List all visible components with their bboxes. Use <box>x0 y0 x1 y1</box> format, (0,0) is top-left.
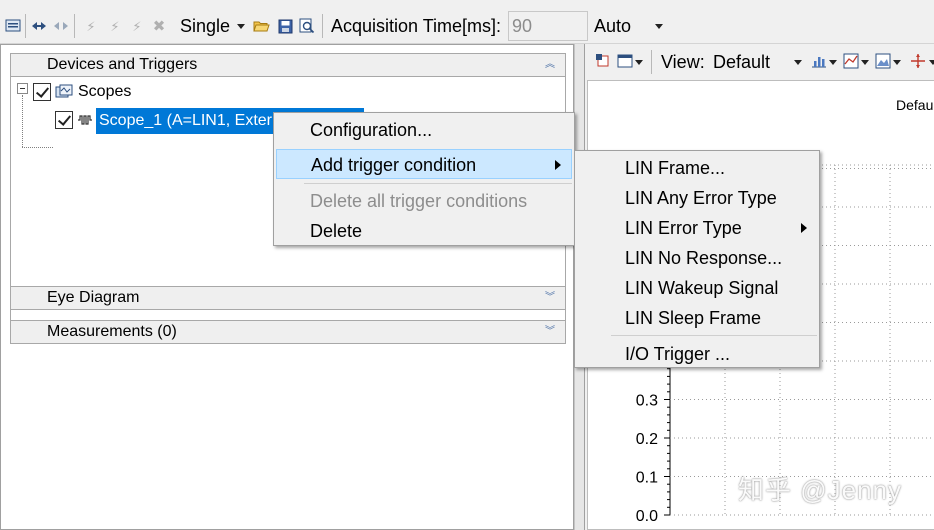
menu-item-delete-all-trigger-conditions: Delete all trigger conditions <box>276 186 572 216</box>
chevron-down-icon[interactable] <box>893 60 901 65</box>
submenu-item-lin-wakeup-signal[interactable]: LIN Wakeup Signal <box>577 273 817 303</box>
toolbar-separator <box>25 14 26 38</box>
view-select-value: Default <box>713 52 771 72</box>
clear-icon[interactable]: ✖ <box>150 17 168 35</box>
menu-item-label: Configuration... <box>310 120 433 140</box>
view-select[interactable]: Default <box>709 48 805 76</box>
eye-diagram-header[interactable]: Eye Diagram ︾ <box>10 286 566 310</box>
menu-separator <box>304 183 572 184</box>
chevron-down-icon[interactable]: ︾ <box>545 291 555 305</box>
save-icon[interactable] <box>276 17 294 35</box>
menu-item-label: Add trigger condition <box>311 155 477 175</box>
trigger-edge-icon[interactable]: ⚡ <box>128 17 146 35</box>
submenu-item-label: LIN Sleep Frame <box>625 308 762 328</box>
submenu-item-label: LIN No Response... <box>625 248 783 268</box>
y-tick-label: 0.1 <box>636 470 658 487</box>
chevron-down-icon[interactable] <box>655 24 663 29</box>
scopes-icon <box>55 84 73 100</box>
tree-collapse-toggle[interactable] <box>17 83 28 94</box>
chart-window-icon[interactable] <box>617 53 633 69</box>
submenu-item-lin-sleep-frame[interactable]: LIN Sleep Frame <box>577 303 817 333</box>
y-tick-label: 0.3 <box>636 393 658 410</box>
chevron-down-icon[interactable] <box>829 60 837 65</box>
chevron-down-icon[interactable] <box>861 60 869 65</box>
submenu-item-label: LIN Any Error Type <box>625 188 777 208</box>
scopes-label[interactable]: Scopes <box>78 82 131 102</box>
devices-triggers-title: Devices and Triggers <box>47 56 198 73</box>
scope-waveform-icon <box>77 113 93 127</box>
chevron-down-icon[interactable] <box>635 60 643 65</box>
tree-line <box>22 147 53 148</box>
trigger-rising-icon[interactable]: ⚡ <box>82 17 100 35</box>
submenu-item-lin-error-type[interactable]: LIN Error Type <box>577 213 817 243</box>
auto-select-value: Auto <box>594 16 632 36</box>
context-menu: Configuration... Add trigger condition D… <box>273 112 575 246</box>
submenu-item-label: LIN Wakeup Signal <box>625 278 779 298</box>
submenu-item-lin-no-response[interactable]: LIN No Response... <box>577 243 817 273</box>
submenu-item-label: LIN Frame... <box>625 158 726 178</box>
scope-1-label: Scope_1 (A=LIN1, Exter <box>99 112 272 129</box>
open-folder-icon[interactable] <box>252 17 270 35</box>
connect-icon[interactable] <box>30 17 48 35</box>
submenu-item-label: LIN Error Type <box>625 218 742 238</box>
y-tick-label: 0.2 <box>636 431 658 448</box>
chart-bar-icon[interactable] <box>811 53 827 69</box>
menu-separator <box>611 335 817 336</box>
disconnect-icon[interactable] <box>52 17 70 35</box>
acquisition-time-input[interactable]: 90 <box>508 11 588 41</box>
submenu-arrow-icon <box>555 160 561 170</box>
acquisition-time-label: Acquisition Time[ms]: <box>331 16 502 36</box>
menu-item-label: Delete <box>310 221 363 241</box>
trigger-falling-icon[interactable]: ⚡ <box>106 17 124 35</box>
acquisition-mode-select[interactable]: Single <box>180 16 230 36</box>
trigger-submenu: LIN Frame... LIN Any Error Type LIN Erro… <box>574 150 820 368</box>
toolbar-separator <box>74 14 75 38</box>
watermark: 知乎 @Jenny <box>738 475 902 505</box>
y-tick-label: 0.0 <box>636 508 658 525</box>
scope-config-icon[interactable] <box>4 17 22 35</box>
tree-line <box>22 95 23 147</box>
submenu-item-lin-frame[interactable]: LIN Frame... <box>577 153 817 183</box>
chart-cursor-icon[interactable] <box>910 53 926 69</box>
chevron-up-icon[interactable]: ︽ <box>545 58 555 72</box>
menu-item-label: Delete all trigger conditions <box>310 191 528 211</box>
chart-toolbar: View: Default <box>585 44 934 80</box>
main-toolbar: ⚡ ⚡ ⚡ ✖ Single Acquisition Time[ms]: 90 … <box>0 8 934 44</box>
devices-triggers-header[interactable]: Devices and Triggers ︽ <box>10 53 566 77</box>
submenu-arrow-icon <box>801 223 807 233</box>
measurements-title: Measurements (0) <box>47 323 177 340</box>
toolbar-separator <box>322 14 323 38</box>
chevron-down-icon[interactable] <box>794 60 802 65</box>
view-label: View: <box>661 52 705 72</box>
chevron-down-icon[interactable] <box>237 24 245 29</box>
chart-select-icon[interactable] <box>595 53 611 69</box>
menu-item-configuration[interactable]: Configuration... <box>276 115 572 145</box>
scope-1-checkbox[interactable] <box>55 111 73 129</box>
chart-image-icon[interactable] <box>875 53 891 69</box>
toolbar-separator <box>651 50 652 74</box>
measurements-header[interactable]: Measurements (0) ︾ <box>10 320 566 344</box>
submenu-item-label: I/O Trigger ... <box>625 344 731 364</box>
menu-item-delete[interactable]: Delete <box>276 216 572 246</box>
scopes-checkbox[interactable] <box>33 83 51 101</box>
chevron-down-icon[interactable]: ︾ <box>545 325 555 339</box>
chart-line-icon[interactable] <box>843 53 859 69</box>
menu-item-add-trigger-condition[interactable]: Add trigger condition <box>276 149 572 179</box>
submenu-item-io-trigger[interactable]: I/O Trigger ... <box>577 339 817 369</box>
zoom-icon[interactable] <box>298 17 316 35</box>
submenu-item-lin-any-error-type[interactable]: LIN Any Error Type <box>577 183 817 213</box>
chevron-down-icon[interactable] <box>929 60 934 65</box>
eye-diagram-title: Eye Diagram <box>47 289 140 306</box>
